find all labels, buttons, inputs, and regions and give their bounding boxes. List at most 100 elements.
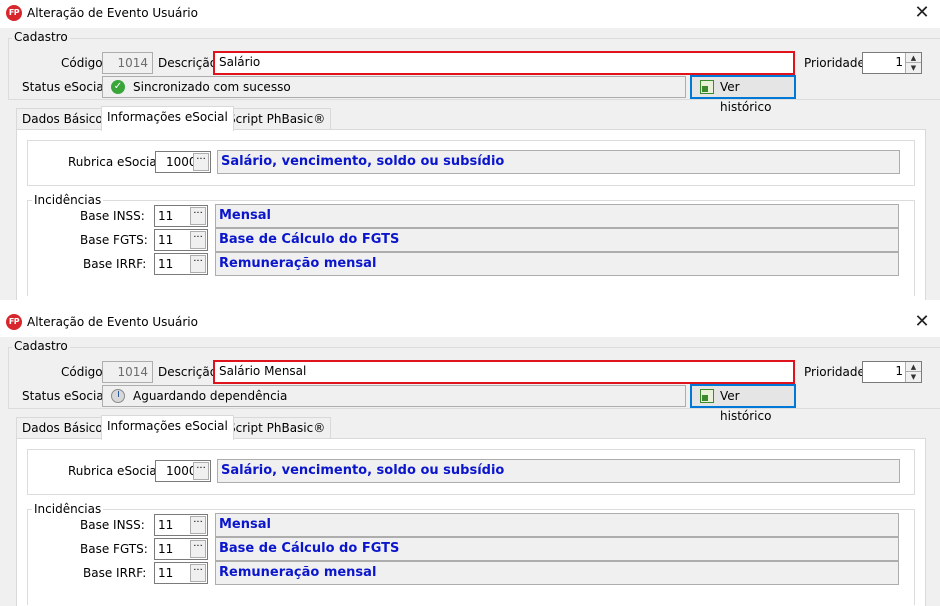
cadastro-group-label: Cadastro <box>12 339 70 353</box>
rubrica-code-field[interactable]: 1000 ··· <box>155 151 211 173</box>
ellipsis-icon[interactable]: ··· <box>190 231 206 249</box>
status-text: Sincronizado com sucesso <box>133 80 291 94</box>
prioridade-value: 1 <box>895 55 903 69</box>
tab-informacoes-esocial[interactable]: Informações eSocial <box>101 415 234 440</box>
incidencias-label: Incidências <box>32 193 104 207</box>
tab-panel-informacoes-esocial: Rubrica eSocial 1000 ··· Salário, vencim… <box>16 129 926 300</box>
base-fgts-description: Base de Cálculo do FGTS <box>215 228 899 252</box>
window-title: Alteração de Evento Usuário <box>27 6 198 20</box>
ellipsis-icon[interactable]: ··· <box>190 516 206 534</box>
base-inss-code: 11 <box>158 518 174 532</box>
ver-historico-label: Ver histórico <box>720 80 772 114</box>
base-irrf-description: Remuneração mensal <box>215 561 899 585</box>
prioridade-stepper[interactable]: 1 ▲ ▼ <box>862 52 922 74</box>
app-logo-icon: FP <box>6 314 22 330</box>
history-icon <box>700 389 714 403</box>
window-client: Cadastro Código 1014 Descrição Salário P… <box>0 28 940 300</box>
ellipsis-icon[interactable]: ··· <box>190 540 206 558</box>
title-bar: FP Alteração de Evento Usuário ✕ <box>0 0 940 28</box>
history-icon <box>700 80 714 94</box>
stepper-buttons: ▲ ▼ <box>905 362 921 382</box>
ver-historico-button[interactable]: Ver histórico <box>690 384 796 423</box>
tab-informacoes-esocial[interactable]: Informações eSocial <box>101 106 234 131</box>
rubrica-group: Rubrica eSocial 1000 ··· Salário, vencim… <box>27 449 915 495</box>
evento-window-2: FP Alteração de Evento Usuário ✕ Cadastr… <box>0 309 940 606</box>
rubrica-label: Rubrica eSocial <box>68 464 161 478</box>
tab-panel-informacoes-esocial: Rubrica eSocial 1000 ··· Salário, vencim… <box>16 438 926 606</box>
title-bar: FP Alteração de Evento Usuário ✕ <box>0 309 940 337</box>
base-inss-code: 11 <box>158 209 174 223</box>
window-client: Cadastro Código 1014 Descrição Salário M… <box>0 337 940 606</box>
clock-icon <box>111 389 125 403</box>
base-inss-description: Mensal <box>215 513 899 537</box>
prioridade-value: 1 <box>895 364 903 378</box>
base-irrf-label: Base IRRF: <box>83 566 147 580</box>
base-irrf-code-field[interactable]: 11 ··· <box>154 253 208 275</box>
ver-historico-label: Ver histórico <box>720 389 772 423</box>
rubrica-code-field[interactable]: 1000 ··· <box>155 460 211 482</box>
base-fgts-label: Base FGTS: <box>80 542 148 556</box>
status-esocial-box: ✓ Sincronizado com sucesso <box>102 76 686 98</box>
ver-historico-button[interactable]: Ver histórico <box>690 75 796 114</box>
base-fgts-label: Base FGTS: <box>80 233 148 247</box>
stepper-down-icon[interactable]: ▼ <box>906 63 921 73</box>
rubrica-description: Salário, vencimento, soldo ou subsídio <box>217 459 900 483</box>
descricao-label: Descrição <box>158 56 218 70</box>
descricao-input[interactable]: Salário <box>213 51 795 75</box>
close-button[interactable]: ✕ <box>904 309 940 335</box>
evento-window-1: FP Alteração de Evento Usuário ✕ Cadastr… <box>0 0 940 300</box>
codigo-field: 1014 <box>102 361 153 383</box>
base-inss-code-field[interactable]: 11 ··· <box>154 514 208 536</box>
stepper-up-icon[interactable]: ▲ <box>906 362 921 372</box>
rubrica-label: Rubrica eSocial <box>68 155 161 169</box>
base-irrf-description: Remuneração mensal <box>215 252 899 276</box>
base-fgts-code-field[interactable]: 11 ··· <box>154 229 208 251</box>
cadastro-group-label: Cadastro <box>12 30 70 44</box>
window-title: Alteração de Evento Usuário <box>27 315 198 329</box>
ellipsis-icon[interactable]: ··· <box>190 564 206 582</box>
base-irrf-code-field[interactable]: 11 ··· <box>154 562 208 584</box>
prioridade-stepper[interactable]: 1 ▲ ▼ <box>862 361 922 383</box>
tab-script-phbasic[interactable]: Script PhBasic® <box>222 108 332 130</box>
codigo-label: Código <box>61 365 103 379</box>
base-irrf-label: Base IRRF: <box>83 257 147 271</box>
prioridade-label: Prioridade <box>804 56 865 70</box>
ellipsis-icon[interactable]: ··· <box>193 462 209 480</box>
stepper-buttons: ▲ ▼ <box>905 53 921 73</box>
incidencias-group: Incidências Base INSS: 11 ··· Mensal Bas… <box>27 502 915 605</box>
base-inss-label: Base INSS: <box>80 518 145 532</box>
prioridade-label: Prioridade <box>804 365 865 379</box>
status-text: Aguardando dependência <box>133 389 288 403</box>
app-logo-icon: FP <box>6 5 22 21</box>
incidencias-label: Incidências <box>32 502 104 516</box>
rubrica-group: Rubrica eSocial 1000 ··· Salário, vencim… <box>27 140 915 186</box>
base-irrf-code: 11 <box>158 257 174 271</box>
rubrica-description: Salário, vencimento, soldo ou subsídio <box>217 150 900 174</box>
base-inss-code-field[interactable]: 11 ··· <box>154 205 208 227</box>
rubrica-code: 1000 <box>166 155 197 169</box>
stepper-down-icon[interactable]: ▼ <box>906 372 921 382</box>
base-fgts-code: 11 <box>158 542 174 556</box>
descricao-input[interactable]: Salário Mensal <box>213 360 795 384</box>
descricao-label: Descrição <box>158 365 218 379</box>
ellipsis-icon[interactable]: ··· <box>193 153 209 171</box>
codigo-field: 1014 <box>102 52 153 74</box>
base-fgts-description: Base de Cálculo do FGTS <box>215 537 899 561</box>
base-fgts-code-field[interactable]: 11 ··· <box>154 538 208 560</box>
ellipsis-icon[interactable]: ··· <box>190 255 206 273</box>
check-circle-icon: ✓ <box>111 80 125 94</box>
ellipsis-icon[interactable]: ··· <box>190 207 206 225</box>
incidencias-group: Incidências Base INSS: 11 ··· Mensal Bas… <box>27 193 915 296</box>
stepper-up-icon[interactable]: ▲ <box>906 53 921 63</box>
status-esocial-box: Aguardando dependência <box>102 385 686 407</box>
base-inss-label: Base INSS: <box>80 209 145 223</box>
status-esocial-label: Status eSocial <box>22 389 108 403</box>
base-irrf-code: 11 <box>158 566 174 580</box>
close-button[interactable]: ✕ <box>904 0 940 26</box>
tab-script-phbasic[interactable]: Script PhBasic® <box>222 417 332 439</box>
base-inss-description: Mensal <box>215 204 899 228</box>
rubrica-code: 1000 <box>166 464 197 478</box>
base-fgts-code: 11 <box>158 233 174 247</box>
codigo-label: Código <box>61 56 103 70</box>
status-esocial-label: Status eSocial <box>22 80 108 94</box>
